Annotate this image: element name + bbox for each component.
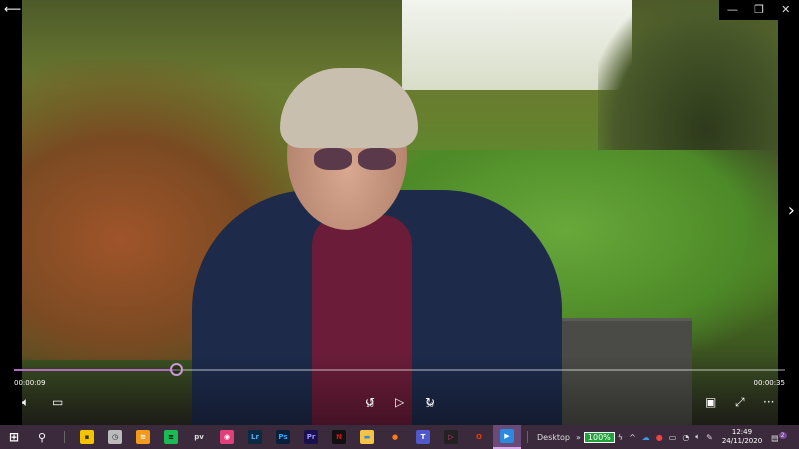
seek-bar[interactable] [14, 363, 785, 376]
taskbar-app-premiere[interactable]: Pr [297, 425, 325, 449]
skip-forward-button[interactable]: ↻ 30 [422, 395, 438, 409]
start-button[interactable]: ⊞ [0, 425, 28, 449]
taskbar-app-file-explorer[interactable]: ▬ [353, 425, 381, 449]
fullscreen-icon[interactable]: ⤢ [735, 395, 745, 410]
audible-icon: ≋ [136, 430, 150, 444]
office-icon: O [476, 433, 482, 441]
lightroom-icon: Lr [248, 430, 262, 444]
current-time: 00:00:09 [14, 379, 46, 387]
seek-progress [14, 369, 176, 371]
notification-count: 2 [778, 431, 787, 439]
taskbar-divider [527, 431, 528, 443]
taskbar-divider [64, 431, 65, 443]
taskbar-app-photoshop[interactable]: Ps [269, 425, 297, 449]
search-icon[interactable]: ⚲ [28, 425, 56, 449]
minimize-button[interactable]: — [719, 0, 746, 20]
taskbar-app-audible[interactable]: ≋ [129, 425, 157, 449]
taskbar-apps: ▪ ◷ ≋ ≡ pv ◉ Lr Ps Pr N ▬ ● T ▷ O ▶ [73, 425, 521, 449]
taskbar-app-office[interactable]: O [465, 425, 493, 449]
taskbar: ⊞ ⚲ ▪ ◷ ≋ ≡ pv ◉ Lr Ps Pr N ▬ ● T ▷ O ▶ Desktop » 100% … [0, 425, 799, 449]
taskbar-app-prime-video[interactable]: pv [185, 425, 213, 449]
photoshop-icon: Ps [276, 430, 290, 444]
charging-icon: ϟ [617, 432, 624, 442]
seek-thumb[interactable] [169, 363, 183, 376]
notifications-button[interactable]: ▤ 2 [771, 431, 787, 442]
taskbar-app-lightroom[interactable]: Lr [241, 425, 269, 449]
clock-date: 24/11/2020 [721, 437, 763, 445]
more-options-icon[interactable]: ··· [763, 395, 774, 409]
taskbar-app-spotify[interactable]: ≡ [157, 425, 185, 449]
firefox-icon: ● [391, 433, 399, 441]
clock-time: 12:49 [731, 428, 753, 436]
wifi-icon[interactable]: ◔ [682, 433, 689, 442]
video-person-glasses [310, 148, 400, 172]
netflix-icon: N [332, 430, 346, 444]
sticky-notes-icon: ▪ [80, 430, 94, 444]
skip-back-button[interactable]: ↺ 10 [362, 395, 378, 409]
next-chevron-icon[interactable]: › [788, 200, 795, 221]
clock-icon: ◷ [108, 430, 122, 444]
premiere-icon: Pr [304, 430, 318, 444]
show-hidden-icons[interactable]: ^ [629, 433, 636, 442]
play-button[interactable]: ▷ [395, 395, 404, 409]
taskbar-app-teams[interactable]: T [409, 425, 437, 449]
subtitles-icon[interactable]: ▭ [52, 395, 63, 409]
restore-button[interactable]: ❐ [746, 0, 773, 20]
taskbar-app-movies-tv[interactable]: ▶ [493, 425, 521, 449]
window-controls: — ❐ ✕ [719, 0, 799, 20]
toolbar-overflow[interactable]: » [576, 433, 581, 442]
volume-icon[interactable]: 🔈︎ [22, 395, 29, 410]
video-editor-icon: ▷ [444, 430, 458, 444]
onedrive-icon[interactable]: ☁ [642, 433, 650, 442]
movies-tv-app: ⟵ — ❐ ✕ › 00:00:09 00:00:35 🔈︎ ▭ ↺ 10 ▷ ↻… [0, 0, 799, 425]
taskbar-app-sticky-notes[interactable]: ▪ [73, 425, 101, 449]
close-button[interactable]: ✕ [772, 0, 799, 20]
file-explorer-icon: ▬ [360, 430, 374, 444]
total-time: 00:00:35 [753, 379, 785, 387]
skip-back-label: 10 [366, 402, 374, 409]
spotify-icon: ≡ [164, 430, 178, 444]
battery-icon[interactable]: ▭ [669, 433, 677, 442]
pen-icon[interactable]: ✎ [706, 433, 713, 442]
playback-controls: 00:00:09 00:00:35 🔈︎ ▭ ↺ 10 ▷ ↻ 30 ▣ ⤢ ··· [0, 355, 799, 425]
skip-forward-label: 30 [426, 402, 434, 409]
battery-percent[interactable]: 100% [583, 431, 615, 443]
photos-editor-icon: ◉ [220, 430, 234, 444]
clock[interactable]: 12:49 24/11/2020 [722, 428, 762, 446]
desktop-toolbar[interactable]: Desktop [537, 433, 570, 442]
taskbar-app-clock[interactable]: ◷ [101, 425, 129, 449]
movies-tv-icon: ▶ [500, 429, 514, 443]
taskbar-app-photos-editor[interactable]: ◉ [213, 425, 241, 449]
back-button[interactable]: ⟵ [4, 2, 21, 16]
speaker-icon[interactable]: 🔈︎ [695, 432, 700, 442]
taskbar-app-firefox[interactable]: ● [381, 425, 409, 449]
prime-video-icon: pv [194, 433, 204, 441]
taskbar-app-netflix[interactable]: N [325, 425, 353, 449]
mini-view-icon[interactable]: ▣ [705, 395, 716, 409]
taskbar-app-video-editor[interactable]: ▷ [437, 425, 465, 449]
vpn-icon[interactable]: ● [656, 433, 663, 442]
teams-icon: T [416, 430, 430, 444]
